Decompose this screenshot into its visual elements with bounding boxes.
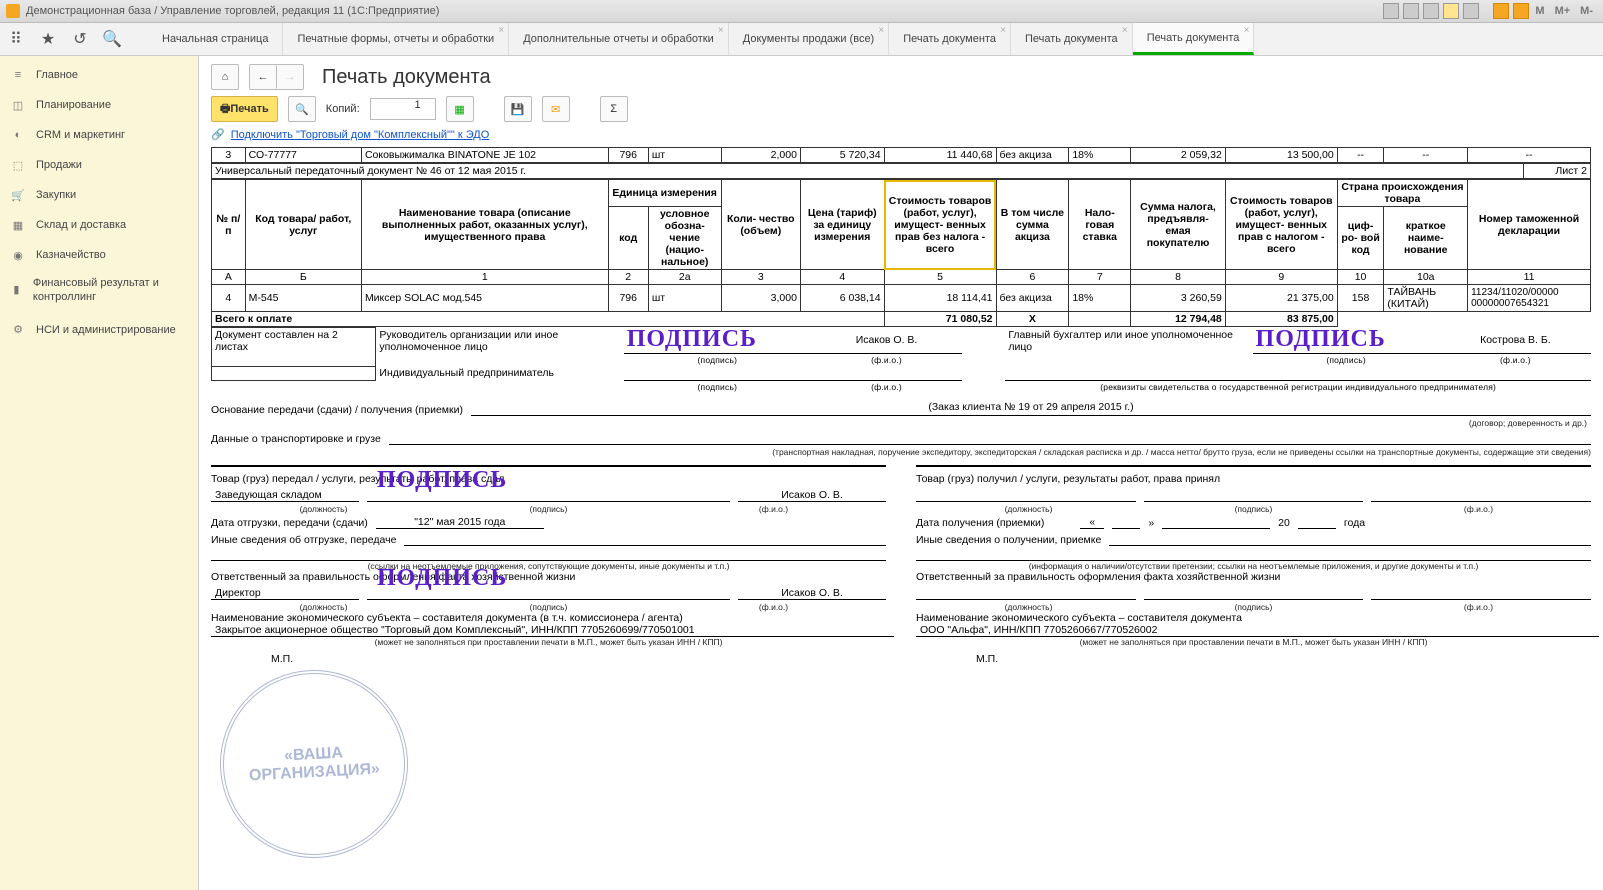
pie-icon: ◐ xyxy=(10,127,26,143)
window-title: Демонстрационная база / Управление торго… xyxy=(26,5,439,17)
sidebar-item-warehouse[interactable]: ▦Склад и доставка xyxy=(0,210,198,240)
sidebar-item-sales[interactable]: ⬚Продажи xyxy=(0,150,198,180)
print-button[interactable]: 🖶 Печать xyxy=(211,96,278,122)
copies-label: Копий: xyxy=(326,103,360,115)
star-icon[interactable]: ★ xyxy=(38,29,58,49)
app-icon xyxy=(6,4,20,18)
tab-print-doc-active[interactable]: Печать документа× xyxy=(1133,23,1255,55)
sidebar-item-admin[interactable]: ⚙НСИ и администрирование xyxy=(0,310,198,350)
back-button[interactable]: ← xyxy=(250,65,277,89)
sidebar-item-main[interactable]: ≡Главное xyxy=(0,60,198,90)
tray-star-icon[interactable] xyxy=(1443,3,1459,19)
menu-icon: ≡ xyxy=(10,67,26,83)
sidebar-item-crm[interactable]: ◐CRM и маркетинг xyxy=(0,120,198,150)
main-toolbar: ⠿ ★ ↺ 🔍 Начальная страница Печатные форм… xyxy=(0,23,1603,56)
memory-mminus[interactable]: M- xyxy=(1576,4,1597,18)
copies-input[interactable]: 1 xyxy=(370,98,436,120)
tray-icon[interactable] xyxy=(1403,3,1419,19)
save-button[interactable]: 💾 xyxy=(504,96,532,122)
close-icon[interactable]: × xyxy=(878,25,884,36)
close-icon[interactable]: × xyxy=(1244,25,1250,36)
edo-link[interactable]: Подключить "Торговый дом "Комплексный"" … xyxy=(231,129,490,141)
page-title: Печать документа xyxy=(322,66,491,89)
apps-icon[interactable]: ⠿ xyxy=(6,29,26,49)
table-row: 4 М-545 Миксер SOLAC мод.545 796 шт 3,00… xyxy=(212,285,1591,312)
template-button[interactable]: ▦ xyxy=(446,96,474,122)
tab-print-forms[interactable]: Печатные формы, отчеты и обработки× xyxy=(283,23,509,55)
cart-icon: 🛒 xyxy=(10,187,26,203)
invoice-table: № п/п Код товара/ работ, услуг Наименова… xyxy=(211,179,1591,327)
close-icon[interactable]: × xyxy=(1000,25,1006,36)
tray-icon[interactable] xyxy=(1423,3,1439,19)
sidebar-item-finance[interactable]: ▮Финансовый результат и контроллинг xyxy=(0,270,198,310)
tray-icon[interactable] xyxy=(1383,3,1399,19)
tray-calc-icon[interactable] xyxy=(1493,3,1509,19)
coin-icon: ◉ xyxy=(10,247,26,263)
tab-print-doc[interactable]: Печать документа× xyxy=(1011,23,1133,55)
box-icon: ⬚ xyxy=(10,157,26,173)
upd-title: Универсальный передаточный документ № 46… xyxy=(212,164,1524,179)
memory-mplus[interactable]: M+ xyxy=(1551,4,1575,18)
table-row: 3 СО-77777 Соковыжималка BINATONE JE 102… xyxy=(212,148,1591,163)
close-icon[interactable]: × xyxy=(498,25,504,36)
content-area: ⌂ ← → Печать документа 🖶 Печать 🔍 Копий:… xyxy=(199,56,1603,890)
receive-block: Товар (груз) получил / услуги, результат… xyxy=(916,465,1591,665)
search-icon[interactable]: 🔍 xyxy=(102,29,122,49)
close-icon[interactable]: × xyxy=(1122,25,1128,36)
sheet-label: Лист 2 xyxy=(1524,164,1591,179)
sum-button[interactable]: Σ xyxy=(600,96,628,122)
tab-home[interactable]: Начальная страница xyxy=(148,23,283,55)
sidebar-item-purchases[interactable]: 🛒Закупки xyxy=(0,180,198,210)
mail-button[interactable]: ✉ xyxy=(542,96,570,122)
history-icon[interactable]: ↺ xyxy=(70,29,90,49)
sidebar: ≡Главное ◫Планирование ◐CRM и маркетинг … xyxy=(0,56,199,890)
chain-icon: 🔗 xyxy=(211,128,225,141)
preview-button[interactable]: 🔍 xyxy=(288,96,316,122)
close-icon[interactable]: × xyxy=(718,25,724,36)
grid-icon: ▦ xyxy=(10,217,26,233)
calendar-icon: ◫ xyxy=(10,97,26,113)
sidebar-item-treasury[interactable]: ◉Казначейство xyxy=(0,240,198,270)
chart-icon: ▮ xyxy=(10,282,23,298)
sidebar-item-planning[interactable]: ◫Планирование xyxy=(0,90,198,120)
tray-icon[interactable] xyxy=(1463,3,1479,19)
gear-icon: ⚙ xyxy=(10,322,26,338)
tray-calendar-icon[interactable] xyxy=(1513,3,1529,19)
home-button[interactable]: ⌂ xyxy=(211,64,239,90)
transfer-block: Товар (груз) передал / услуги, результат… xyxy=(211,465,886,665)
tab-additional[interactable]: Дополнительные отчеты и обработки× xyxy=(509,23,729,55)
tab-sales-docs[interactable]: Документы продажи (все)× xyxy=(729,23,889,55)
tab-print-doc[interactable]: Печать документа× xyxy=(889,23,1011,55)
tab-strip: Начальная страница Печатные формы, отчет… xyxy=(148,23,1254,55)
totals-row: Всего к оплате 71 080,52 Х 12 794,48 83 … xyxy=(212,312,1591,327)
title-bar: Демонстрационная база / Управление торго… xyxy=(0,0,1603,23)
memory-m[interactable]: M xyxy=(1531,4,1548,18)
document-preview: 3 СО-77777 Соковыжималка BINATONE JE 102… xyxy=(211,147,1591,665)
forward-button[interactable]: → xyxy=(277,65,303,89)
